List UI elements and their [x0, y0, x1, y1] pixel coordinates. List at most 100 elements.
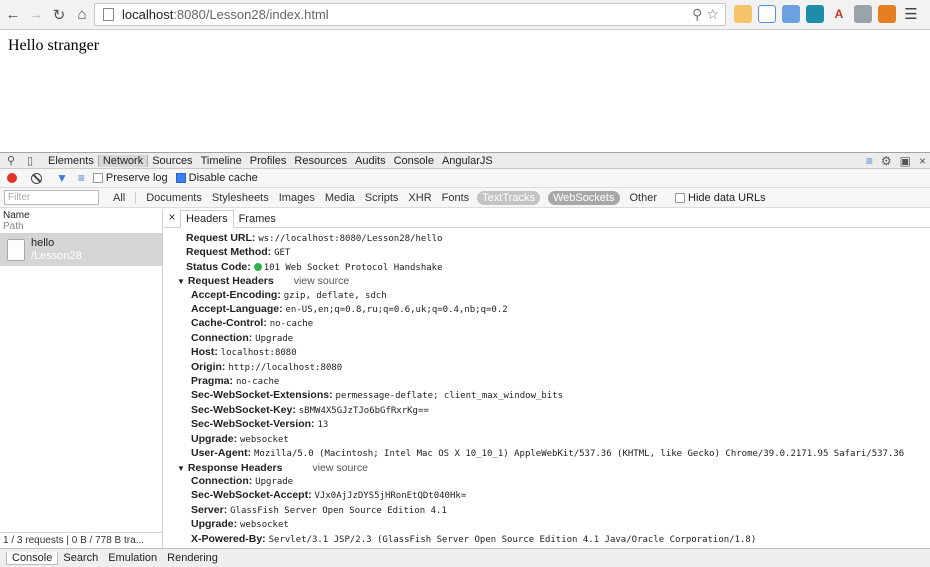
header-key: Host:	[191, 346, 218, 359]
type-media[interactable]: Media	[325, 192, 355, 204]
tab-audits[interactable]: Audits	[351, 155, 390, 167]
filter-icon[interactable]: ▼	[56, 171, 68, 185]
status-ok-icon	[253, 262, 262, 271]
address-bar[interactable]: localhost:8080/Lesson28/index.html ⚲ ☆	[94, 3, 726, 26]
headers-content: Request URL: ws://localhost:8080/Lesson2…	[177, 232, 905, 547]
header-value: GET	[274, 248, 291, 259]
preserve-log-checkbox[interactable]: Preserve log	[92, 172, 168, 184]
zoom-icon[interactable]: ⚲	[692, 6, 702, 23]
extension-translate-icon[interactable]	[854, 5, 872, 23]
extension-flame-icon[interactable]	[878, 5, 896, 23]
extension-window-icon[interactable]	[782, 5, 800, 23]
header-value: permessage-deflate; client_max_window_bi…	[335, 391, 564, 402]
menu-icon[interactable]: ☰	[902, 5, 920, 23]
header-row: Upgrade: websocket	[186, 433, 904, 447]
tab-frames[interactable]: Frames	[234, 211, 281, 227]
type-texttracks[interactable]: TextTracks	[477, 190, 540, 205]
dock-icon[interactable]: ▣	[900, 154, 911, 168]
general-status-code: Status Code: 101 Web Socket Protocol Han…	[186, 261, 904, 275]
reload-icon[interactable]: ↻	[49, 5, 69, 25]
back-arrow-icon[interactable]: ←	[3, 5, 23, 25]
device-mode-icon[interactable]: ▯	[22, 154, 38, 167]
header-value: http://localhost:8080	[228, 362, 343, 373]
type-all[interactable]: All	[113, 192, 125, 204]
extension-c-icon[interactable]	[806, 5, 824, 23]
tab-resources[interactable]: Resources	[290, 155, 351, 167]
header-key: Server:	[191, 503, 228, 516]
tab-elements[interactable]: Elements	[44, 155, 98, 167]
expand-triangle-icon: ▼	[177, 277, 185, 287]
tab-sources[interactable]: Sources	[148, 155, 196, 167]
clear-icon[interactable]	[31, 172, 42, 184]
tab-console[interactable]: Console	[390, 155, 438, 167]
detail-tab-bar: × Headers Frames	[164, 209, 930, 228]
drawer-tab-search[interactable]: Search	[58, 552, 103, 564]
extension-a-icon[interactable]: A	[830, 5, 848, 23]
filter-input[interactable]: Filter	[4, 190, 99, 205]
response-headers-section[interactable]: ▼ Response Headers view source	[177, 462, 904, 475]
header-key: X-Powered-By:	[191, 532, 266, 545]
header-row: Sec-WebSocket-Accept: VJx0AjJzDYS5jHRonE…	[186, 489, 904, 503]
checkbox-icon	[92, 173, 103, 183]
tab-angularjs[interactable]: AngularJS	[438, 155, 497, 167]
tab-profiles[interactable]: Profiles	[246, 155, 291, 167]
header-key: Sec-WebSocket-Accept:	[191, 489, 312, 502]
type-stylesheets[interactable]: Stylesheets	[212, 192, 269, 204]
network-body: Name Path hello /Lesson28 1 / 3 requests…	[0, 209, 930, 549]
devtools-tab-bar: ⚲ ▯ Elements Network Sources Timeline Pr…	[0, 153, 930, 169]
url-text[interactable]: localhost:8080/Lesson28/index.html	[122, 7, 692, 22]
header-key: Connection:	[191, 474, 253, 487]
request-row[interactable]: hello /Lesson28	[0, 234, 162, 266]
type-fonts[interactable]: Fonts	[442, 192, 470, 204]
header-row: X-Powered-By: Servlet/3.1 JSP/2.3 (Glass…	[186, 533, 904, 547]
type-documents[interactable]: Documents	[135, 191, 202, 204]
view-list-icon[interactable]: ≡	[78, 171, 85, 185]
forward-arrow-icon[interactable]: →	[26, 5, 46, 25]
header-key: Request Method:	[186, 246, 272, 259]
disable-cache-checkbox[interactable]: Disable cache	[175, 172, 258, 184]
header-key: Accept-Language:	[191, 303, 283, 316]
inspect-icon[interactable]: ⚲	[3, 154, 19, 167]
header-key: Sec-WebSocket-Extensions:	[191, 389, 333, 402]
bookmark-star-icon[interactable]: ☆	[706, 6, 719, 23]
tab-timeline[interactable]: Timeline	[197, 155, 246, 167]
console-drawer-icon[interactable]: ≡	[866, 154, 873, 168]
url-host: localhost	[122, 7, 174, 22]
request-details: × Headers Frames Request URL: ws://local…	[164, 209, 930, 549]
view-source-link[interactable]: view source	[294, 275, 349, 287]
header-value: Mozilla/5.0 (Macintosh; Intel Mac OS X 1…	[254, 449, 905, 460]
tab-headers[interactable]: Headers	[180, 210, 234, 228]
type-websockets[interactable]: WebSockets	[547, 190, 620, 205]
header-row: Origin: http://localhost:8080	[186, 361, 904, 375]
hide-data-urls-checkbox[interactable]: Hide data URLs	[675, 192, 766, 204]
extension-js-icon[interactable]	[734, 5, 752, 23]
extension-screen-icon[interactable]	[758, 5, 776, 23]
header-value: gzip, deflate, sdch	[283, 290, 387, 301]
header-key: Pragma:	[191, 375, 234, 388]
home-icon[interactable]: ⌂	[72, 5, 92, 25]
type-scripts[interactable]: Scripts	[365, 192, 399, 204]
expand-triangle-icon: ▼	[177, 463, 185, 473]
column-header[interactable]: Name Path	[0, 209, 162, 234]
page-icon	[103, 8, 114, 21]
type-images[interactable]: Images	[279, 192, 315, 204]
gear-icon[interactable]: ⚙	[881, 154, 892, 168]
close-icon[interactable]: ×	[919, 154, 926, 168]
type-other[interactable]: Other	[630, 192, 658, 204]
header-value: websocket	[240, 434, 289, 445]
general-request-url: Request URL: ws://localhost:8080/Lesson2…	[186, 232, 904, 246]
header-row: Accept-Language: en-US,en;q=0.8,ru;q=0.6…	[186, 303, 904, 317]
close-details-icon[interactable]: ×	[164, 210, 180, 224]
request-list: Name Path hello /Lesson28 1 / 3 requests…	[0, 209, 163, 549]
drawer-tab-console[interactable]: Console	[6, 551, 59, 565]
tab-network[interactable]: Network	[97, 154, 149, 167]
request-headers-title: Request Headers	[187, 275, 274, 288]
type-xhr[interactable]: XHR	[408, 192, 431, 204]
request-headers-section[interactable]: ▼ Request Headers view source	[177, 275, 904, 288]
view-source-link[interactable]: view source	[312, 462, 367, 474]
header-value: GlassFish Server Open Source Edition 4.1	[230, 505, 447, 516]
drawer-tab-rendering[interactable]: Rendering	[162, 552, 223, 564]
header-value: Servlet/3.1 JSP/2.3 (GlassFish Server Op…	[268, 534, 757, 545]
record-icon[interactable]	[7, 173, 17, 183]
drawer-tab-emulation[interactable]: Emulation	[103, 552, 162, 564]
